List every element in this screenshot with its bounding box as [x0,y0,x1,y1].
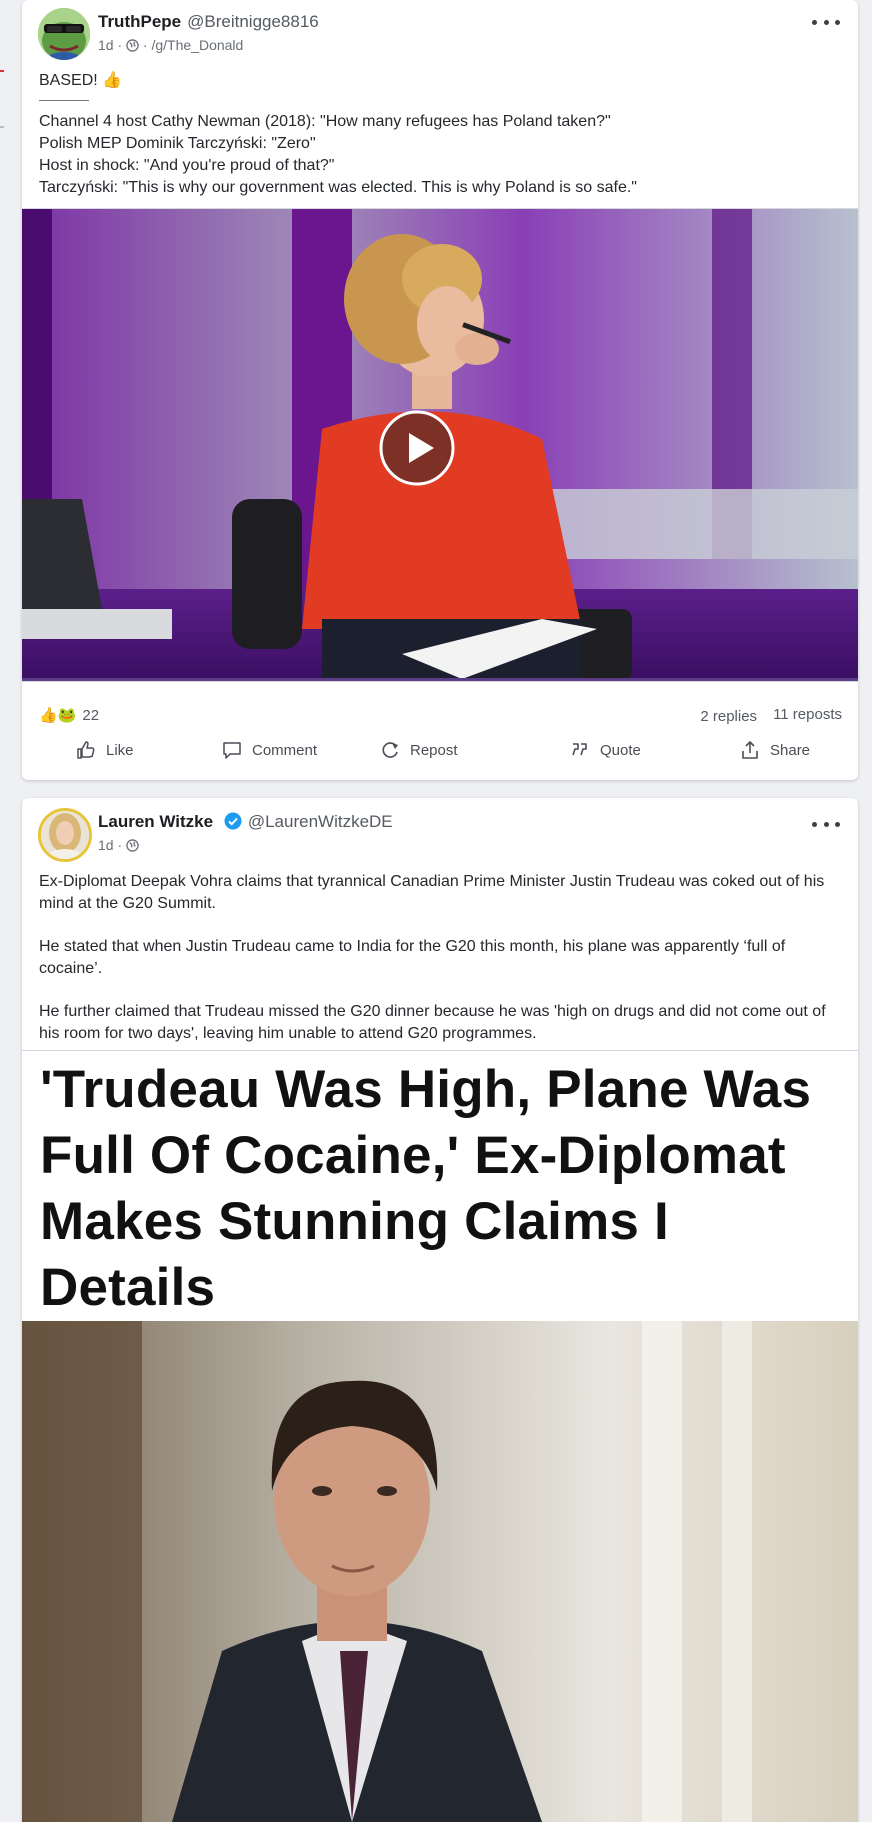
comment-label: Comment [252,741,318,759]
post-age[interactable]: 1d [98,837,114,853]
ellipsis-icon [812,821,817,827]
play-icon[interactable] [378,409,456,487]
post-card: TruthPepe @Breitnigge8816 1d · · /g/The_D… [22,0,858,780]
ellipsis-icon [812,19,817,25]
photo [22,1321,858,1822]
meta-separator: · [117,37,123,53]
author-name[interactable]: TruthPepe [98,12,181,31]
author-line: TruthPepe @Breitnigge8816 [98,12,319,32]
post-text-line: Channel 4 host Cathy Newman (2018): "How… [39,113,611,130]
quote-label: Quote [600,741,641,759]
post-body: Ex-Diplomat Deepak Vohra claims that tyr… [39,871,838,1045]
post-paragraph: He stated that when Justin Trudeau came … [39,938,786,977]
author-handle[interactable]: @Breitnigge8816 [187,12,319,31]
post-age[interactable]: 1d [98,37,114,53]
author-name[interactable]: Lauren Witzke [98,812,213,831]
reposts-count[interactable]: 11 reposts [773,706,842,725]
share-button[interactable]: Share [740,740,810,760]
post-body: BASED! 👍 Channel 4 host Cathy Newman (20… [39,70,838,199]
like-button[interactable]: Like [76,740,134,760]
community-link[interactable]: /g/The_Donald [151,37,243,53]
post-text-line: Polish MEP Dominik Tarczyński: "Zero" [39,135,316,152]
author-line: Lauren Witzke @LaurenWitzkeDE [98,812,393,832]
video-progress-bar[interactable] [22,678,858,681]
avatar[interactable] [38,808,92,862]
repost-label: Repost [410,741,458,759]
profile-photo [41,811,89,859]
repost-button[interactable]: Repost [380,740,458,760]
post-meta: 1d · · /g/The_Donald [98,37,243,53]
post-card: Lauren Witzke @LaurenWitzkeDE 1d · Ex-Di… [22,798,858,1822]
avatar[interactable] [38,8,90,60]
post-meta: 1d · [98,837,139,853]
meta-separator: · [117,837,123,853]
divider [39,100,89,101]
post-stats: 👍🐸 22 2 replies 11 reposts [39,706,842,730]
share-label: Share [770,741,811,759]
quote-button[interactable]: Quote [570,740,641,760]
more-options-button[interactable] [812,814,840,834]
author-handle[interactable]: @LaurenWitzkeDE [248,812,393,831]
action-bar: Like Comment Repost Quote Share [22,740,858,770]
share-upload-icon [742,741,758,759]
reaction-emojis[interactable]: 👍🐸 [39,706,76,724]
post-image[interactable]: 'Trudeau Was High, Plane Was Full Of Coc… [22,1050,858,1822]
post-text-line: Host in shock: "And you're proud of that… [39,157,335,174]
like-label: Like [106,741,134,759]
post-paragraph: Ex-Diplomat Deepak Vohra claims that tyr… [39,873,825,912]
globe-icon [126,39,139,52]
headline-image-text: 'Trudeau Was High, Plane Was Full Of Coc… [40,1060,812,1317]
post-paragraph: He further claimed that Trudeau missed t… [39,1003,826,1042]
reaction-count[interactable]: 22 [82,707,99,724]
post-text-line: Tarczyński: "This is why our government … [39,179,637,196]
replies-count[interactable]: 2 replies [700,708,757,725]
comment-bubble-icon [223,742,241,759]
video-player[interactable] [22,208,858,682]
repost-arrow-icon [382,742,398,758]
thumbs-up-icon [77,741,95,759]
post-text-lead: BASED! 👍 [39,72,123,89]
quote-marks-icon [572,743,587,756]
meta-separator: · [142,37,148,53]
verified-badge-icon [224,812,242,830]
pepe-avatar-image [38,8,90,60]
more-options-button[interactable] [812,12,840,32]
comment-button[interactable]: Comment [222,740,317,760]
globe-icon [126,839,139,852]
